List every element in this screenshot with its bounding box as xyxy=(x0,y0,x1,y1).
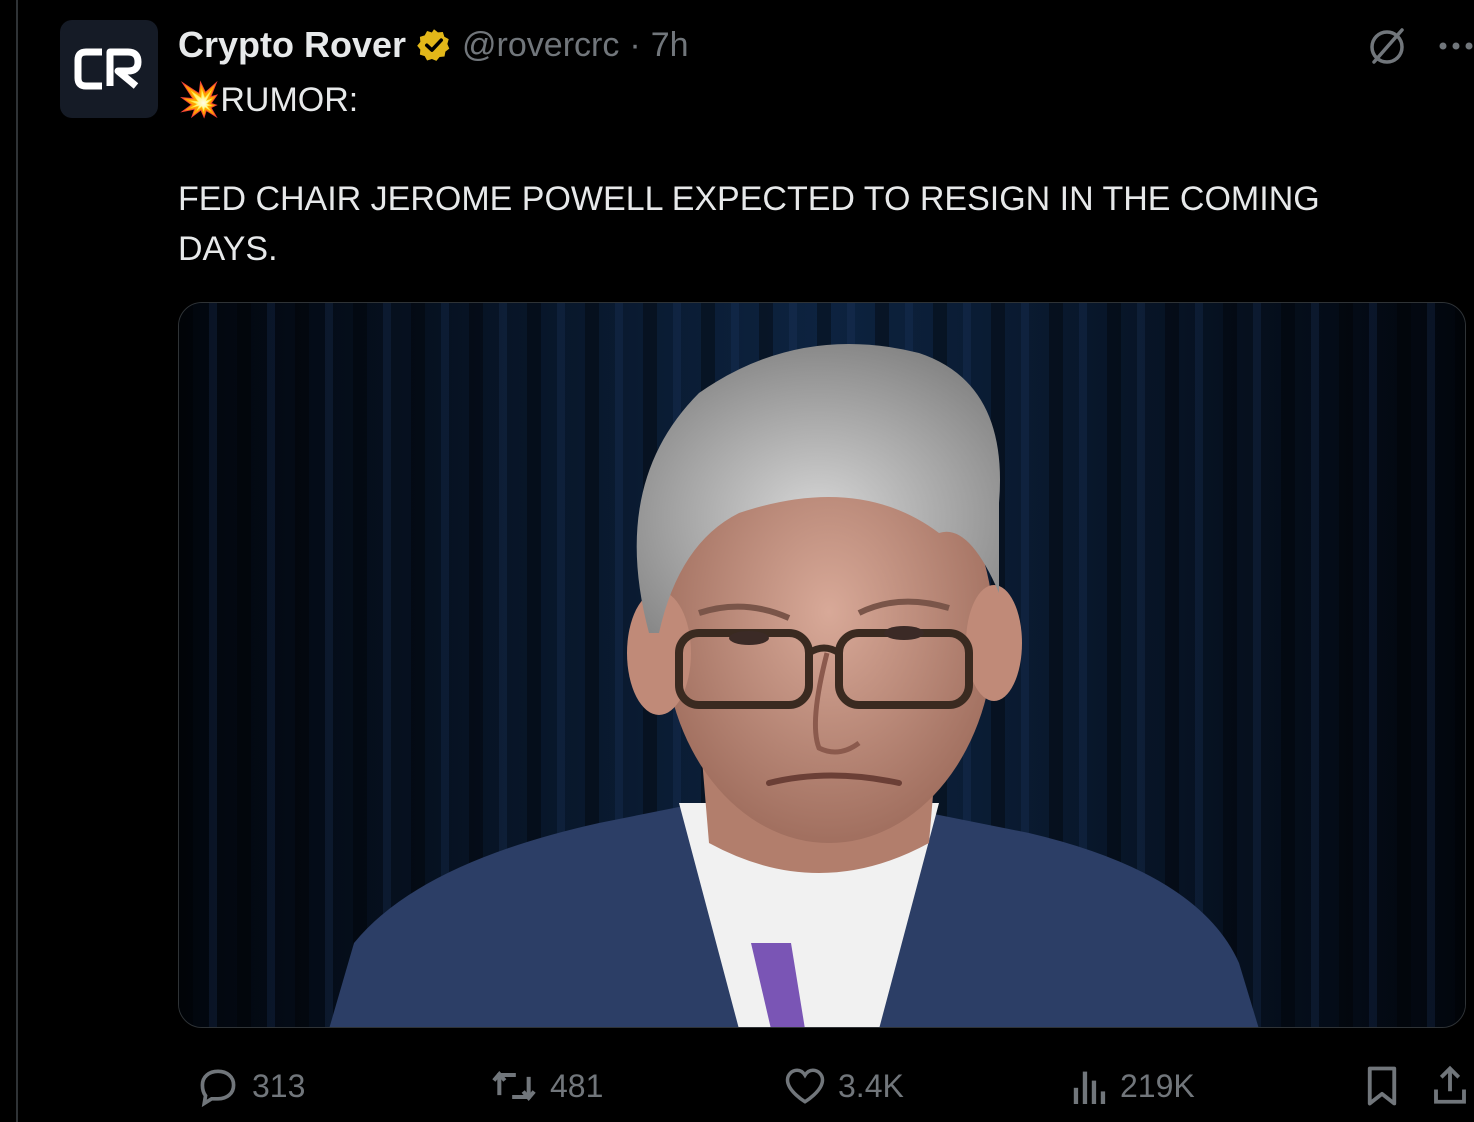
reply-button[interactable]: 313 xyxy=(196,1058,305,1114)
bookmark-button[interactable] xyxy=(1364,1058,1400,1114)
avatar[interactable] xyxy=(60,20,158,118)
verified-badge-icon[interactable] xyxy=(416,27,452,63)
bookmark-icon xyxy=(1367,1066,1397,1106)
tweet-header: Crypto Rover @rovercrc · 7h xyxy=(178,20,689,70)
repost-button[interactable]: 481 xyxy=(490,1058,603,1114)
share-icon xyxy=(1434,1065,1466,1104)
display-name[interactable]: Crypto Rover xyxy=(178,24,406,66)
tweet-text-line-3: DAYS. xyxy=(178,230,278,268)
repost-icon xyxy=(492,1070,536,1102)
tweet-actions: 313 481 3.4K 219K xyxy=(178,1058,1468,1114)
view-count: 219K xyxy=(1120,1067,1195,1104)
header-actions xyxy=(1366,22,1474,70)
tweet-text-line-1: 💥RUMOR: xyxy=(178,81,359,119)
more-icon[interactable] xyxy=(1438,40,1474,52)
like-button[interactable]: 3.4K xyxy=(784,1058,904,1114)
tweet[interactable]: Crypto Rover @rovercrc · 7h 💥RUMOR: FED … xyxy=(16,0,1474,1122)
portrait-photo xyxy=(179,303,1465,1027)
tweet-text-line-2: FED CHAIR JEROME POWELL EXPECTED TO RESI… xyxy=(178,180,1320,218)
handle[interactable]: @rovercrc xyxy=(462,26,619,65)
grok-icon[interactable] xyxy=(1366,24,1410,68)
tweet-photo[interactable] xyxy=(178,302,1466,1028)
share-button[interactable] xyxy=(1432,1058,1468,1114)
like-icon xyxy=(785,1068,825,1104)
like-count: 3.4K xyxy=(838,1067,904,1104)
separator: · xyxy=(629,25,641,64)
repost-count: 481 xyxy=(550,1067,604,1104)
timestamp[interactable]: 7h xyxy=(651,26,689,65)
views-icon xyxy=(1073,1071,1106,1104)
reply-count: 313 xyxy=(252,1067,306,1104)
views-button[interactable]: 219K xyxy=(1072,1058,1195,1114)
reply-icon xyxy=(200,1069,236,1108)
crypto-rover-logo-icon xyxy=(74,48,142,90)
